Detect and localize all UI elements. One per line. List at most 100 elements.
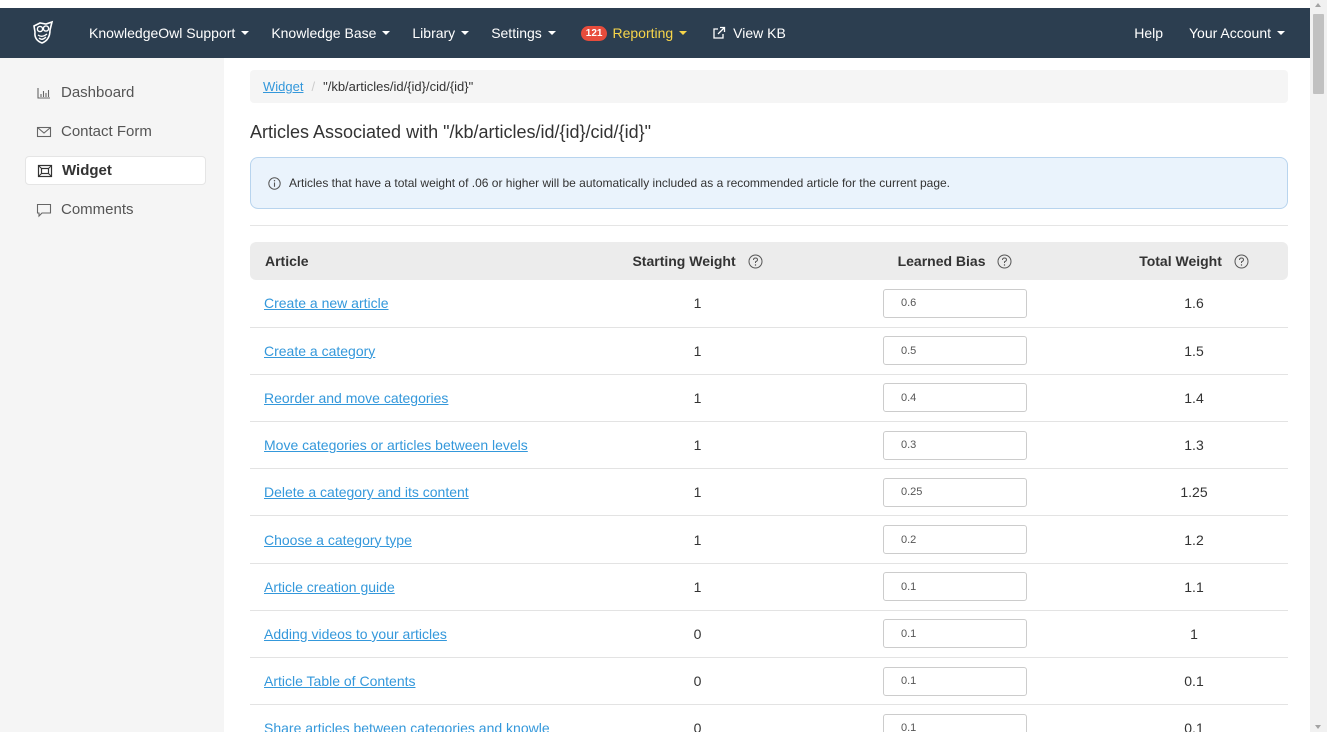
article-link[interactable]: Create a category [264, 343, 375, 359]
nav-knowledge-base[interactable]: Knowledge Base [260, 8, 401, 58]
nav-library-label: Library [412, 25, 456, 41]
nav-your-account[interactable]: Your Account [1178, 8, 1310, 58]
learned-bias-input[interactable] [883, 525, 1027, 555]
breadcrumb: Widget / "/kb/articles/id/{id}/cid/{id}" [250, 70, 1288, 103]
envelope-icon [36, 124, 52, 140]
sidebar-item-widget[interactable]: Widget [25, 156, 206, 185]
total-weight-cell: 1.3 [1100, 421, 1288, 470]
sidebar-item-contact-form[interactable]: Contact Form [25, 117, 206, 146]
table-row: Delete a category and its content 1 1.25 [250, 468, 1288, 517]
comment-icon [36, 202, 52, 218]
info-circle-icon [268, 176, 281, 190]
caret-down-icon [241, 31, 250, 35]
widget-icon [37, 163, 53, 179]
table-row: Article creation guide 1 1.1 [250, 563, 1288, 611]
table-row: Choose a category type 1 1.2 [250, 515, 1288, 564]
table-row: Move categories or articles between leve… [250, 421, 1288, 470]
sidebar-item-dashboard[interactable]: Dashboard [25, 78, 206, 107]
page-title: Articles Associated with "/kb/articles/i… [250, 122, 651, 142]
table-row: Adding videos to your articles 0 1 [250, 610, 1288, 659]
sidebar-item-label: Comments [61, 201, 134, 218]
scrollbar-thumb[interactable] [1313, 14, 1324, 94]
nav-reporting-label: Reporting [612, 25, 674, 41]
table-row: Create a new article 1 1.6 [250, 280, 1288, 328]
learned-bias-input[interactable] [883, 666, 1027, 696]
learned-bias-input[interactable] [883, 383, 1027, 413]
starting-weight-cell: 1 [585, 563, 810, 611]
nav-settings[interactable]: Settings [480, 8, 567, 58]
scroll-down-icon[interactable] [1315, 725, 1321, 729]
nav-view-kb[interactable]: View KB [698, 8, 797, 58]
divider [250, 225, 1288, 226]
article-link[interactable]: Create a new article [264, 295, 389, 311]
caret-down-icon [461, 31, 470, 35]
question-circle-icon[interactable] [1234, 254, 1249, 269]
total-weight-cell: 1.4 [1100, 374, 1288, 423]
table-header-row: Article Starting Weight Learned Bias Tot… [250, 242, 1288, 280]
learned-bias-input[interactable] [883, 572, 1027, 602]
learned-bias-input[interactable] [883, 713, 1027, 732]
starting-weight-cell: 1 [585, 468, 810, 517]
article-link[interactable]: Share articles between categories and kn… [264, 720, 550, 732]
page-scrollbar[interactable] [1310, 0, 1327, 732]
starting-weight-cell: 1 [585, 421, 810, 470]
starting-weight-cell: 0 [585, 704, 810, 732]
table-row: Share articles between categories and kn… [250, 704, 1288, 732]
total-weight-cell: 0.1 [1100, 657, 1288, 706]
owl-logo-icon[interactable] [28, 18, 58, 48]
total-weight-cell: 0.1 [1100, 704, 1288, 732]
total-weight-cell: 1.5 [1100, 327, 1288, 375]
breadcrumb-separator: / [311, 79, 316, 94]
breadcrumb-current: "/kb/articles/id/{id}/cid/{id}" [323, 79, 474, 94]
nav-settings-label: Settings [491, 25, 542, 41]
learned-bias-input[interactable] [883, 430, 1027, 460]
top-navbar: KnowledgeOwl Support Knowledge Base Libr… [0, 8, 1310, 58]
bar-chart-icon [36, 85, 52, 101]
header-article-label: Article [265, 253, 309, 269]
article-link[interactable]: Article Table of Contents [264, 673, 416, 689]
header-starting-weight: Starting Weight [585, 242, 810, 280]
scroll-up-icon[interactable] [1315, 3, 1321, 7]
starting-weight-cell: 1 [585, 515, 810, 564]
table-row: Create a category 1 1.5 [250, 327, 1288, 375]
total-weight-cell: 1.25 [1100, 468, 1288, 517]
sidebar-item-comments[interactable]: Comments [25, 195, 206, 224]
total-weight-cell: 1 [1100, 610, 1288, 659]
sidebar-item-label: Contact Form [61, 123, 152, 140]
nav-brand-dropdown[interactable]: KnowledgeOwl Support [84, 8, 260, 58]
caret-down-icon [547, 31, 556, 35]
reporting-count-badge: 121 [580, 25, 608, 41]
articles-table: Article Starting Weight Learned Bias Tot… [250, 242, 1288, 732]
main-content: Widget / "/kb/articles/id/{id}/cid/{id}"… [250, 58, 1288, 732]
article-link[interactable]: Move categories or articles between leve… [264, 437, 528, 453]
question-circle-icon[interactable] [748, 254, 763, 269]
breadcrumb-widget-link[interactable]: Widget [263, 79, 303, 94]
article-link[interactable]: Choose a category type [264, 532, 412, 548]
total-weight-cell: 1.2 [1100, 515, 1288, 564]
nav-view-kb-label: View KB [733, 25, 786, 41]
question-circle-icon[interactable] [997, 254, 1012, 269]
caret-down-icon [1277, 31, 1285, 35]
article-link[interactable]: Article creation guide [264, 579, 395, 595]
learned-bias-input[interactable] [883, 619, 1027, 649]
header-article: Article [250, 242, 585, 280]
learned-bias-input[interactable] [883, 477, 1027, 507]
nav-reporting[interactable]: 121 Reporting [567, 8, 698, 58]
header-starting-weight-label: Starting Weight [632, 252, 736, 269]
header-learned-bias: Learned Bias [810, 242, 1100, 280]
nav-library[interactable]: Library [401, 8, 480, 58]
article-link[interactable]: Reorder and move categories [264, 390, 448, 406]
article-link[interactable]: Delete a category and its content [264, 484, 469, 500]
starting-weight-cell: 1 [585, 374, 810, 423]
starting-weight-cell: 0 [585, 657, 810, 706]
nav-account-label: Your Account [1189, 25, 1271, 41]
learned-bias-input[interactable] [883, 288, 1027, 318]
learned-bias-input[interactable] [883, 336, 1027, 366]
starting-weight-cell: 1 [585, 280, 810, 328]
nav-help[interactable]: Help [1123, 8, 1178, 58]
article-link[interactable]: Adding videos to your articles [264, 626, 447, 642]
header-learned-bias-label: Learned Bias [897, 252, 986, 269]
sidebar: Dashboard Contact Form Widget Comments [0, 58, 224, 732]
nav-brand-label: KnowledgeOwl Support [89, 25, 236, 41]
table-row: Article Table of Contents 0 0.1 [250, 657, 1288, 706]
